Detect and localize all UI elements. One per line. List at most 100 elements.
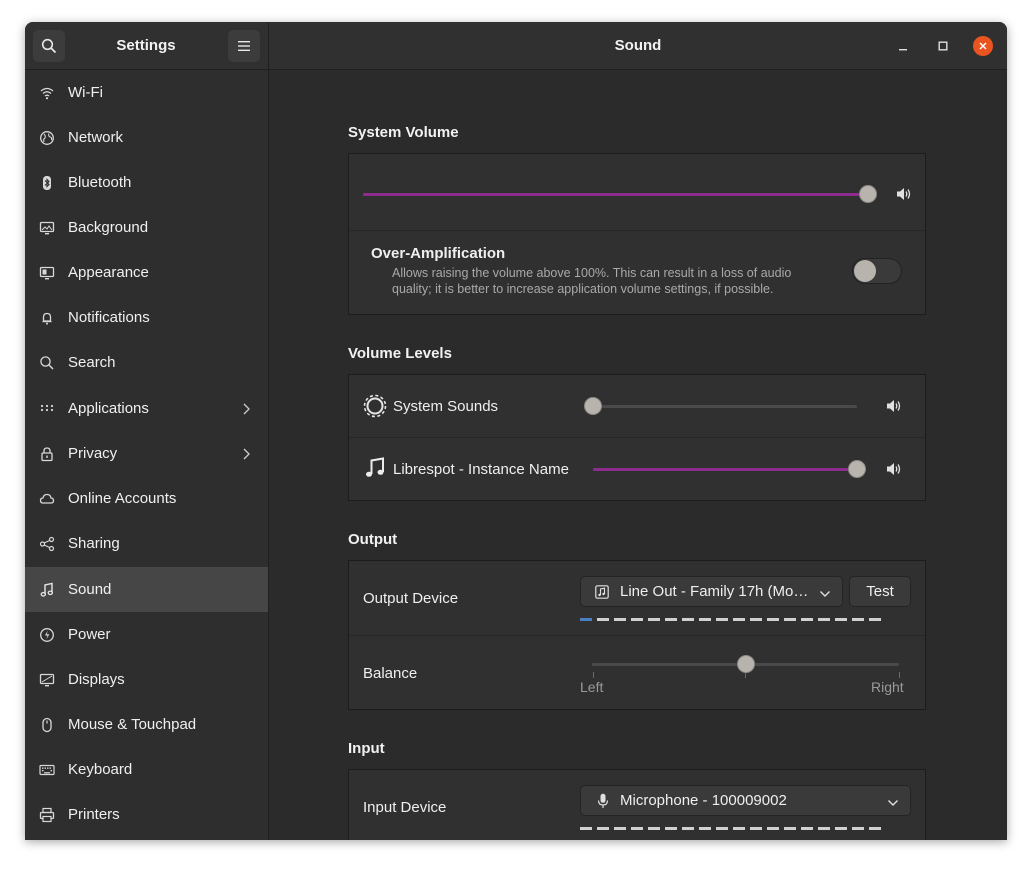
minimize-button[interactable] — [893, 36, 913, 56]
sidebar-item-label: Online Accounts — [68, 490, 177, 507]
librespot-fill — [593, 468, 857, 471]
librespot-label: Librespot - Instance Name — [393, 461, 569, 478]
input-level-meter — [580, 827, 881, 830]
system-sounds-track — [593, 405, 857, 408]
sidebar-item-privacy[interactable]: Privacy — [25, 431, 268, 476]
sidebar-item-mouse-touchpad[interactable]: Mouse & Touchpad — [25, 702, 268, 747]
sidebar-item-background[interactable]: Background — [25, 205, 268, 250]
search-icon — [41, 38, 57, 54]
sidebar-item-label: Notifications — [68, 309, 150, 326]
output-frame: Output Device Line Out - Family 17h (Mod… — [348, 560, 926, 710]
over-amplification-switch[interactable] — [852, 258, 902, 284]
sidebar-header: Settings — [25, 22, 269, 69]
sidebar-item-label: Network — [68, 129, 124, 146]
sidebar-item-displays[interactable]: Displays — [25, 657, 268, 702]
chevron-down-icon — [887, 795, 899, 813]
music-note-icon — [364, 457, 386, 484]
share-icon — [38, 535, 56, 553]
close-button[interactable] — [973, 36, 993, 56]
input-frame: Input Device Microphone - 100009002 — [348, 769, 926, 840]
keyboard-icon — [38, 761, 56, 779]
sidebar-item-network[interactable]: Network — [25, 115, 268, 160]
output-level-meter — [580, 618, 881, 621]
power-icon — [38, 626, 56, 644]
system-volume-fill — [363, 193, 868, 196]
sidebar-item-label: Applications — [68, 400, 149, 417]
search-button[interactable] — [33, 30, 65, 62]
sidebar-item-bluetooth[interactable]: Bluetooth — [25, 160, 268, 205]
test-button[interactable]: Test — [849, 576, 911, 607]
sidebar-item-wifi[interactable]: Wi-Fi — [25, 70, 268, 115]
output-device-value: Line Out - Family 17h (Models 00h-0fh) H… — [620, 583, 814, 600]
sidebar-title: Settings — [116, 37, 176, 54]
sidebar-item-printers[interactable]: Printers — [25, 792, 268, 837]
balance-right-label: Right — [871, 679, 904, 695]
maximize-icon — [938, 41, 948, 51]
sidebar-item-label: Background — [68, 219, 149, 236]
switch-knob — [854, 260, 876, 282]
grid-icon — [38, 400, 56, 418]
display-icon — [38, 671, 56, 689]
network-icon — [38, 129, 56, 147]
over-amplification-desc-line2: quality; it is better to increase applic… — [392, 282, 774, 296]
chevron-down-icon — [819, 586, 831, 604]
sidebar-item-label: Power — [68, 626, 111, 643]
balance-tick-right — [899, 672, 900, 678]
sidebar-item-label: Sound — [68, 581, 112, 598]
balance-label: Balance — [363, 665, 418, 682]
over-amplification-desc-line1: Allows raising the volume above 100%. Th… — [392, 266, 792, 280]
sidebar: Wi-Fi Network Bluetooth Background Appea… — [25, 70, 269, 840]
balance-left-label: Left — [580, 679, 604, 695]
sidebar-item-label: Privacy — [68, 445, 118, 462]
sidebar-item-notifications[interactable]: Notifications — [25, 295, 268, 340]
sidebar-item-label: Printers — [68, 806, 120, 823]
sidebar-item-label: Keyboard — [68, 761, 133, 778]
speaker-icon — [886, 462, 902, 481]
settings-window: Settings Sound Wi-Fi Network Bluetooth B… — [25, 22, 1007, 840]
headerbar: Settings Sound — [25, 22, 1007, 70]
sidebar-item-appearance[interactable]: Appearance — [25, 250, 268, 295]
sidebar-item-label: Displays — [68, 671, 125, 688]
sidebar-item-sound[interactable]: Sound — [25, 567, 268, 612]
sidebar-item-applications[interactable]: Applications — [25, 386, 268, 431]
sidebar-item-keyboard[interactable]: Keyboard — [25, 747, 268, 792]
close-icon — [979, 42, 987, 50]
hamburger-menu-icon — [238, 41, 250, 51]
system-sounds-slider-knob[interactable] — [584, 397, 602, 415]
menu-button[interactable] — [228, 30, 260, 62]
search-icon — [38, 354, 56, 372]
system-sounds-gear-icon — [363, 394, 387, 423]
bluetooth-icon — [38, 174, 56, 192]
cloud-icon — [38, 490, 56, 508]
system-volume-slider-knob[interactable] — [859, 185, 877, 203]
input-device-value: Microphone - 100009002 — [620, 792, 787, 809]
row-separator — [349, 230, 925, 231]
output-heading: Output — [348, 531, 398, 548]
appearance-icon — [38, 264, 56, 282]
system-volume-frame: Over-Amplification Allows raising the vo… — [348, 153, 926, 315]
sidebar-item-online-accounts[interactable]: Online Accounts — [25, 476, 268, 521]
background-icon — [38, 219, 56, 237]
sidebar-item-power[interactable]: Power — [25, 612, 268, 657]
sidebar-item-label: Appearance — [68, 264, 149, 281]
input-device-combo[interactable]: Microphone - 100009002 — [580, 785, 911, 816]
maximize-button[interactable] — [933, 36, 953, 56]
microphone-icon — [597, 793, 609, 814]
bell-icon — [38, 309, 56, 327]
sidebar-item-label: Bluetooth — [68, 174, 132, 191]
system-sounds-label: System Sounds — [393, 398, 499, 415]
sidebar-item-label: Wi-Fi — [68, 84, 103, 101]
sidebar-item-sharing[interactable]: Sharing — [25, 521, 268, 566]
chevron-right-icon — [239, 402, 253, 416]
output-device-combo[interactable]: Line Out - Family 17h (Models 00h-0fh) H… — [580, 576, 843, 607]
input-device-label: Input Device — [363, 799, 447, 816]
wifi-icon — [38, 84, 56, 102]
balance-slider-knob[interactable] — [736, 655, 755, 673]
lock-icon — [38, 445, 56, 463]
row-separator — [349, 635, 925, 636]
librespot-slider-knob[interactable] — [848, 460, 866, 478]
sidebar-item-label: Search — [68, 354, 116, 371]
volume-levels-heading: Volume Levels — [348, 345, 452, 362]
speaker-icon — [896, 187, 912, 206]
sidebar-item-search[interactable]: Search — [25, 340, 268, 385]
